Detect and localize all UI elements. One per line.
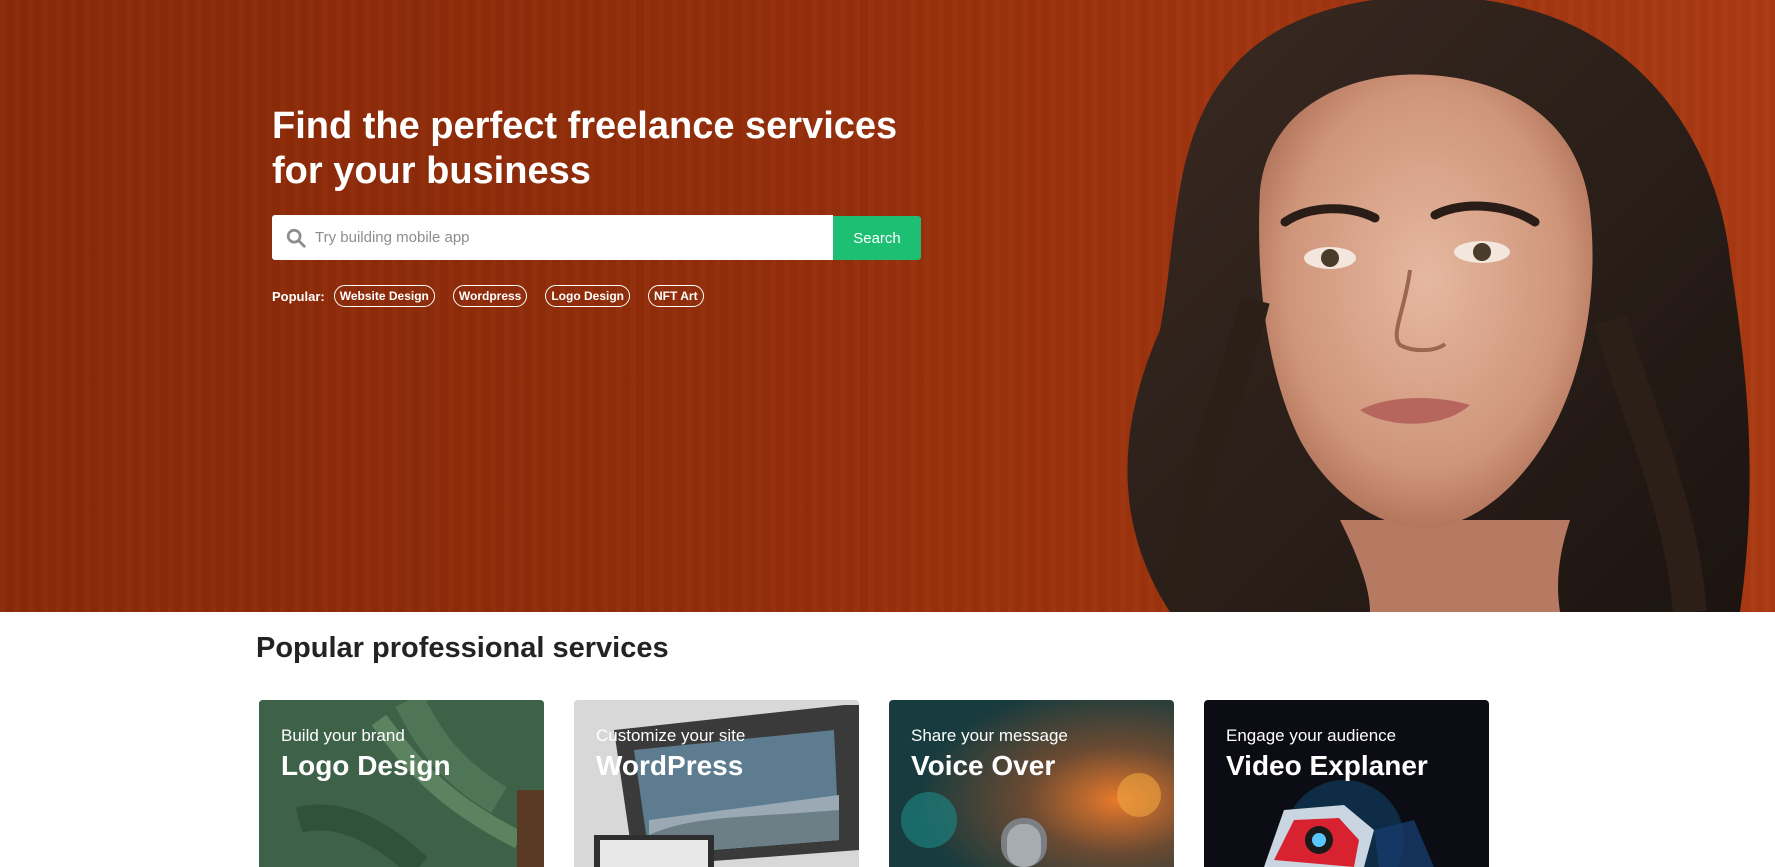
card-subtitle: Customize your site: [596, 726, 746, 745]
hero-banner: Find the perfect freelance services for …: [0, 0, 1775, 612]
card-title: Video Explaner: [1226, 750, 1428, 781]
service-card-logo-design[interactable]: Build your brand Logo Design: [259, 700, 544, 867]
service-card-voice-over[interactable]: Share your message Voice Over: [889, 700, 1174, 867]
service-card-video-explainer[interactable]: Engage your audience Video Explaner: [1204, 700, 1489, 867]
popular-tags: Popular: Website Design Wordpress Logo D…: [272, 283, 722, 309]
popular-tag-nft-art[interactable]: NFT Art: [648, 285, 704, 307]
search-button[interactable]: Search: [833, 216, 921, 260]
popular-tag-wordpress[interactable]: Wordpress: [452, 285, 528, 307]
search-box[interactable]: [272, 215, 833, 260]
hero-portrait-image: [1127, 0, 1750, 612]
card-title: Voice Over: [911, 750, 1056, 781]
hero-title: Find the perfect freelance services for …: [272, 105, 898, 192]
card-title: WordPress: [596, 750, 744, 781]
popular-tag-website-design[interactable]: Website Design: [333, 285, 435, 307]
search-input[interactable]: [315, 215, 833, 260]
card-title: Logo Design: [281, 750, 451, 781]
search-icon: [286, 228, 306, 248]
card-subtitle: Share your message: [911, 726, 1068, 745]
card-subtitle: Engage your audience: [1226, 726, 1397, 745]
services-section-title: Popular professional services: [256, 632, 669, 664]
popular-label: Popular:: [272, 288, 325, 304]
card-subtitle: Build your brand: [281, 726, 405, 745]
popular-tag-logo-design[interactable]: Logo Design: [545, 285, 631, 307]
service-card-wordpress[interactable]: Customize your site WordPress: [574, 700, 859, 867]
